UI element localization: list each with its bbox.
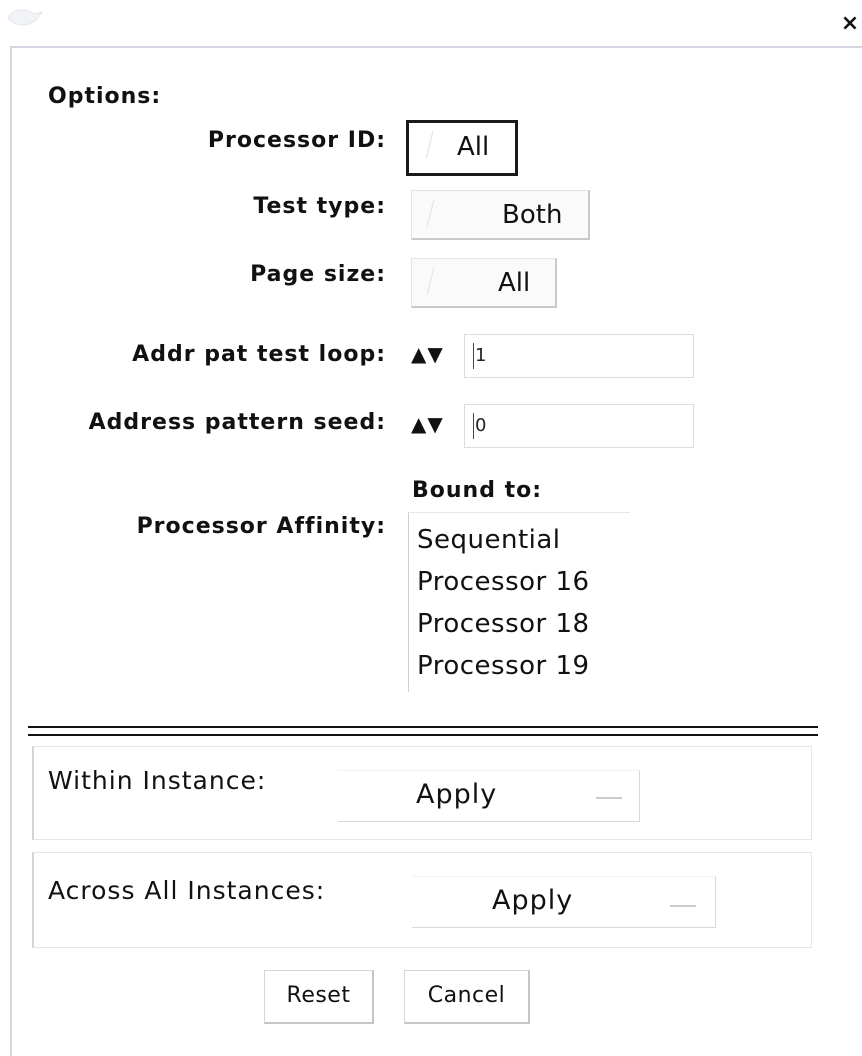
across-instances-label: Across All Instances: xyxy=(48,876,326,905)
title-bar xyxy=(0,0,862,46)
separator-line xyxy=(28,726,818,728)
page-size-toggle[interactable]: All xyxy=(411,258,557,308)
separator-line xyxy=(28,734,818,736)
apply-dash-icon xyxy=(670,905,696,907)
close-icon[interactable]: × xyxy=(840,12,860,36)
address-pattern-seed-spinner-arrows-icon[interactable]: ▲▼ xyxy=(411,412,444,436)
test-type-toggle[interactable]: Both xyxy=(411,190,590,240)
text-cursor-icon xyxy=(473,413,474,439)
toggle-divider-icon xyxy=(425,131,434,159)
toggle-divider-icon xyxy=(426,267,435,295)
address-pattern-seed-input[interactable]: 0 xyxy=(464,404,694,448)
test-type-label: Test type: xyxy=(253,194,386,219)
addr-pat-test-loop-value: 1 xyxy=(475,345,487,366)
list-item[interactable]: Processor 18 xyxy=(409,603,630,645)
within-instance-apply-label: Apply xyxy=(416,779,498,810)
list-item[interactable]: Sequential xyxy=(409,519,630,561)
options-heading: Options: xyxy=(48,84,162,109)
window-logo-icon xyxy=(7,9,44,26)
addr-pat-test-loop-label: Addr pat test loop: xyxy=(132,342,386,367)
across-instances-apply-label: Apply xyxy=(492,885,574,916)
page-size-value: All xyxy=(498,268,531,298)
list-item[interactable]: Processor 16 xyxy=(409,561,630,603)
page-size-label: Page size: xyxy=(250,262,386,287)
text-cursor-icon xyxy=(473,343,474,369)
bound-to-label: Bound to: xyxy=(412,478,543,503)
addr-pat-test-loop-input[interactable]: 1 xyxy=(464,334,694,378)
window-frame-top xyxy=(10,46,862,48)
processor-affinity-list[interactable]: Sequential Processor 16 Processor 18 Pro… xyxy=(408,512,630,692)
reset-button[interactable]: Reset xyxy=(264,970,374,1024)
apply-dash-icon xyxy=(596,797,622,799)
processor-affinity-label: Processor Affinity: xyxy=(136,514,386,539)
toggle-divider-icon xyxy=(426,199,435,227)
processor-id-label: Processor ID: xyxy=(207,128,386,153)
within-instance-label: Within Instance: xyxy=(48,766,267,795)
addr-pat-test-loop-spinner-arrows-icon[interactable]: ▲▼ xyxy=(411,342,444,366)
list-item[interactable]: Processor 19 xyxy=(409,645,630,687)
processor-id-toggle[interactable]: All xyxy=(406,120,518,176)
address-pattern-seed-value: 0 xyxy=(475,415,487,436)
address-pattern-seed-label: Address pattern seed: xyxy=(88,410,386,435)
test-type-value: Both xyxy=(502,200,563,230)
cancel-button[interactable]: Cancel xyxy=(404,970,530,1024)
processor-id-value: All xyxy=(457,132,490,162)
across-instances-apply-button[interactable]: Apply xyxy=(412,876,716,928)
within-instance-apply-button[interactable]: Apply xyxy=(338,770,640,822)
window-frame-left xyxy=(10,46,12,1056)
